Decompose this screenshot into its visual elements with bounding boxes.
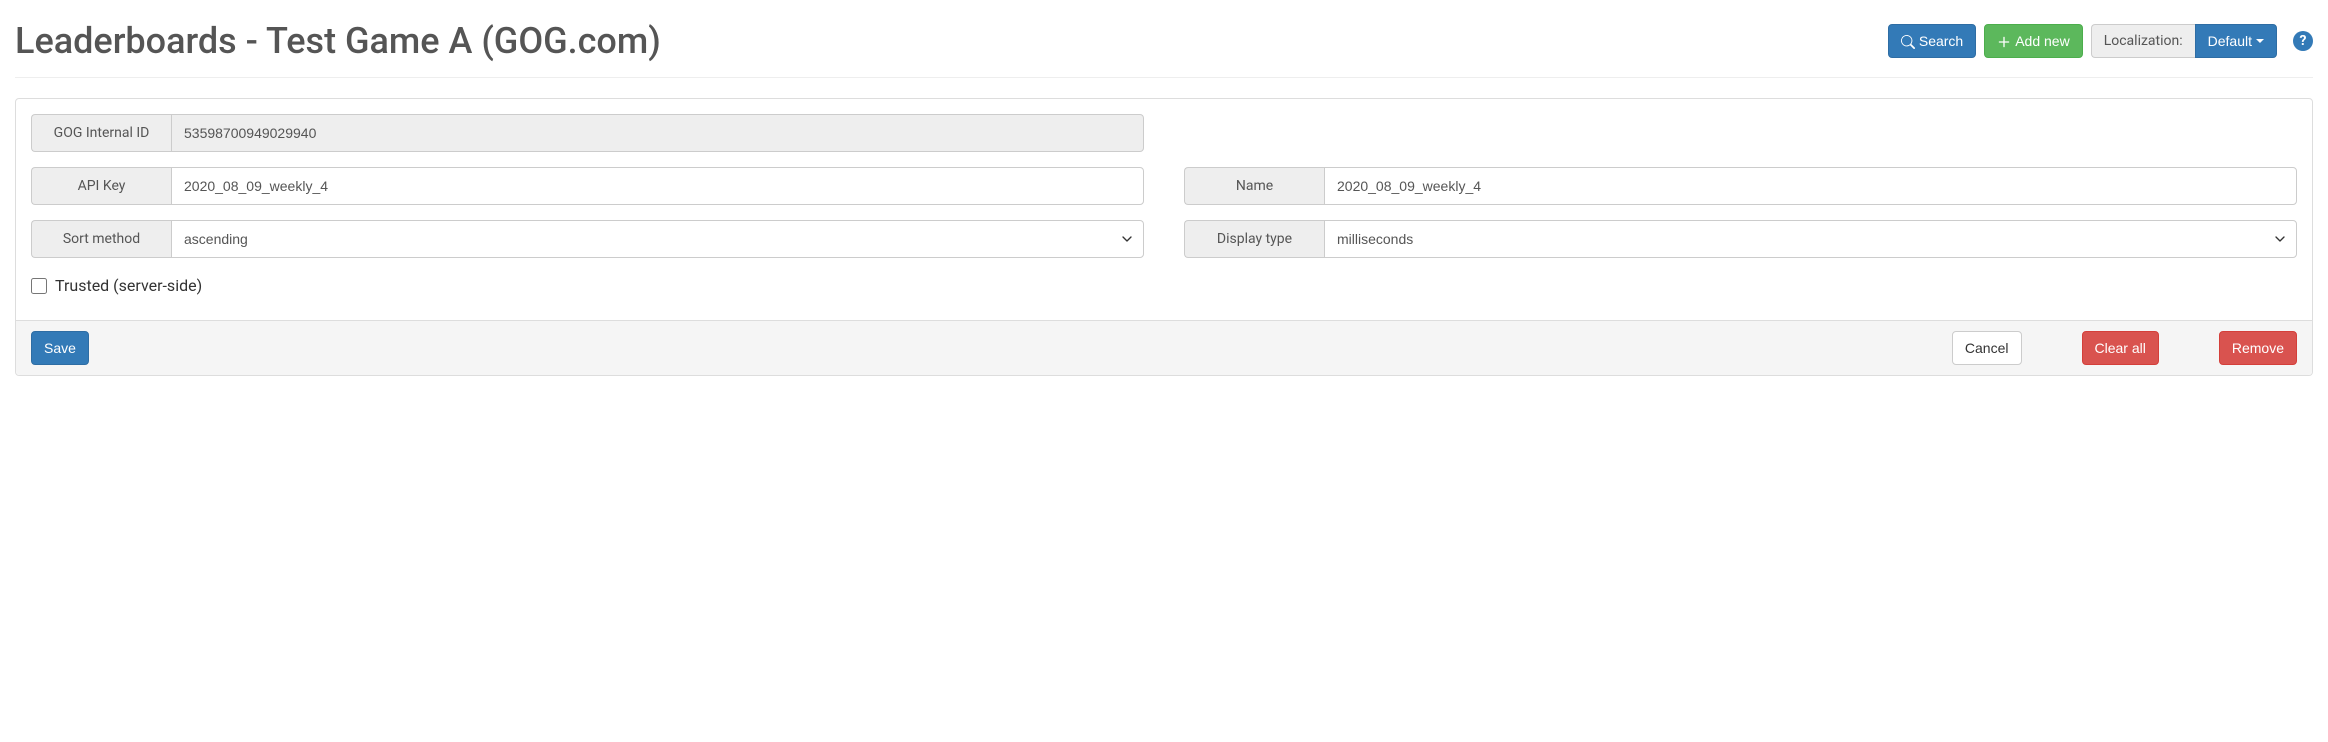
gog-internal-id-label: GOG Internal ID: [31, 114, 171, 152]
cancel-button[interactable]: Cancel: [1952, 331, 2022, 365]
localization-value: Default: [2208, 31, 2252, 51]
header-actions: Search Add new Localization: Default ?: [1888, 24, 2313, 58]
name-group: Name: [1184, 167, 2297, 205]
localization-group: Localization: Default: [2091, 24, 2277, 58]
api-key-group: API Key: [31, 167, 1144, 205]
name-input[interactable]: [1324, 167, 2297, 205]
localization-dropdown[interactable]: Default: [2195, 24, 2277, 58]
help-icon[interactable]: ?: [2293, 31, 2313, 51]
trusted-label[interactable]: Trusted (server-side): [55, 276, 202, 295]
page-title: Leaderboards - Test Game A (GOG.com): [15, 20, 661, 62]
api-key-label: API Key: [31, 167, 171, 205]
localization-label: Localization:: [2091, 24, 2195, 58]
sort-method-group: Sort method ascending: [31, 220, 1144, 258]
plus-icon: [1997, 31, 2011, 51]
page-header: Leaderboards - Test Game A (GOG.com) Sea…: [15, 0, 2313, 78]
display-type-select[interactable]: milliseconds: [1324, 220, 2297, 258]
sort-method-select[interactable]: ascending: [171, 220, 1144, 258]
search-button-label: Search: [1919, 31, 1963, 51]
gog-internal-id-input: [171, 114, 1144, 152]
panel-footer: Save Cancel Clear all Remove: [16, 320, 2312, 375]
sort-method-label: Sort method: [31, 220, 171, 258]
display-type-label: Display type: [1184, 220, 1324, 258]
search-button[interactable]: Search: [1888, 24, 1976, 58]
leaderboard-form-panel: GOG Internal ID API Key Name Sort method: [15, 98, 2313, 376]
name-label: Name: [1184, 167, 1324, 205]
add-new-button[interactable]: Add new: [1984, 24, 2082, 58]
panel-body: GOG Internal ID API Key Name Sort method: [16, 99, 2312, 320]
caret-down-icon: [2256, 39, 2264, 43]
trusted-checkbox-row: Trusted (server-side): [31, 276, 2297, 295]
remove-button[interactable]: Remove: [2219, 331, 2297, 365]
add-new-button-label: Add new: [2015, 31, 2069, 51]
trusted-checkbox[interactable]: [31, 278, 47, 294]
gog-internal-id-group: GOG Internal ID: [31, 114, 1144, 152]
api-key-input[interactable]: [171, 167, 1144, 205]
display-type-group: Display type milliseconds: [1184, 220, 2297, 258]
search-icon: [1901, 31, 1915, 51]
save-button[interactable]: Save: [31, 331, 89, 365]
clear-all-button[interactable]: Clear all: [2082, 331, 2159, 365]
